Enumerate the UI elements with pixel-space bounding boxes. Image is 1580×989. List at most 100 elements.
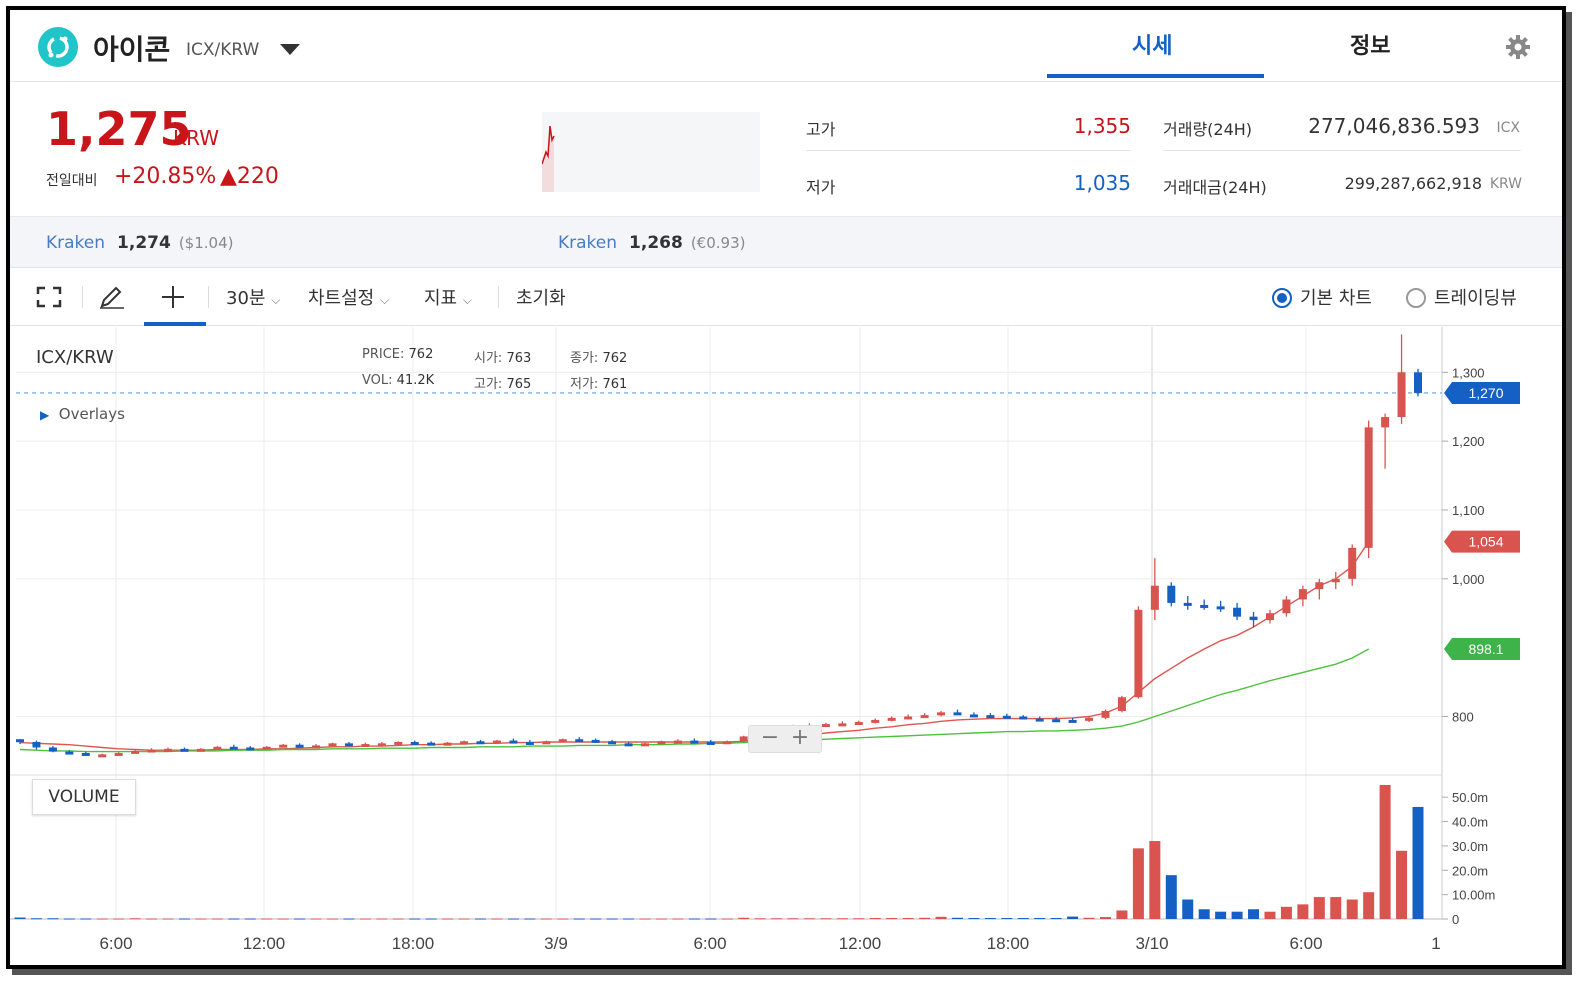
reset-button[interactable]: 초기화	[516, 284, 566, 310]
ohlc-low: 저가: 761	[570, 373, 627, 392]
candlestick-chart-svg[interactable]: 800 1,000 1,100 1,200 1,300 50.0m 40.0m 30.0m 20…	[10, 327, 1562, 965]
candle-body	[1414, 372, 1422, 393]
candle-body	[904, 716, 913, 720]
exchange-usd[interactable]: Kraken 1,274 ($1.04)	[46, 233, 233, 253]
candle-body	[180, 748, 189, 752]
ohlc-price-value: 762	[408, 347, 434, 362]
overlays-toggle[interactable]: ▶ Overlays	[40, 405, 125, 423]
tradingview-label[interactable]: 트레이딩뷰	[1434, 284, 1517, 310]
candle-body	[1117, 697, 1126, 711]
candle-body	[1364, 427, 1373, 548]
candle-body	[1002, 715, 1011, 719]
candle-body	[1085, 717, 1094, 721]
basic-chart-label[interactable]: 기본 차트	[1300, 284, 1372, 310]
volume-bar	[902, 918, 914, 920]
volume-bar	[1034, 918, 1046, 920]
fullscreen-icon[interactable]	[36, 286, 62, 313]
volume-bar	[951, 917, 963, 919]
ma-line-2	[19, 648, 1370, 753]
separator	[498, 286, 499, 308]
candle-body	[279, 744, 288, 748]
y-tick-label: 1,200	[1452, 434, 1485, 449]
chart-settings-menu[interactable]: 차트설정 ⌵	[308, 284, 389, 310]
exchange-name[interactable]: Kraken	[46, 233, 105, 253]
price-chart[interactable]: 800 1,000 1,100 1,200 1,300 50.0m 40.0m 30.0m 20…	[10, 327, 1562, 965]
vol-tick-label: 30.0m	[1452, 839, 1488, 854]
volume-bar	[442, 918, 454, 920]
volume-bar	[1100, 917, 1112, 919]
interval-select[interactable]: 30분 ⌵	[226, 284, 280, 310]
ohlc-price: PRICE: 762	[362, 347, 433, 362]
x-tick-label: 3/10	[1135, 934, 1168, 953]
tab-info[interactable]: 정보	[1350, 28, 1390, 60]
candle-body	[509, 740, 518, 744]
candle-body	[131, 750, 140, 754]
gear-icon[interactable]	[1504, 33, 1532, 61]
exchange-name[interactable]: Kraken	[558, 233, 617, 253]
chevron-down-icon: ⌵	[271, 293, 281, 307]
volume-label: 거래량(24H)	[1163, 120, 1253, 139]
candle-body	[739, 736, 748, 742]
volume-bar	[1067, 916, 1079, 919]
caret-down-icon[interactable]	[280, 44, 300, 55]
volume-bar	[507, 918, 519, 920]
volume-bar	[458, 918, 470, 920]
volume-bar	[211, 918, 223, 920]
indicators-menu[interactable]: 지표 ⌵	[424, 284, 472, 310]
candle-body	[262, 746, 271, 750]
volume-bar	[1198, 909, 1210, 919]
crosshair-icon[interactable]	[160, 284, 186, 315]
volume-bar	[771, 918, 783, 920]
volume-bar	[688, 918, 700, 920]
volume-bar	[30, 918, 42, 920]
candle-body	[542, 741, 551, 745]
x-tick-label: 12:00	[243, 934, 286, 953]
zoom-out-button[interactable]: −	[755, 726, 785, 750]
exchange-price: 1,268	[629, 233, 683, 253]
trade-value-unit: KRW	[1489, 176, 1522, 192]
candle-body	[65, 751, 74, 755]
candle-body	[1019, 716, 1028, 720]
candle-body	[164, 748, 173, 752]
high-value: 1,355	[1073, 114, 1131, 138]
volume-unit: ICX	[1496, 120, 1521, 136]
x-tick-label: 18:00	[392, 934, 435, 953]
tab-price[interactable]: 시세	[1132, 28, 1172, 60]
ohlc-high: 고가: 765	[474, 373, 531, 392]
ohlc-open-value: 763	[506, 351, 532, 366]
zoom-in-button[interactable]: +	[785, 726, 815, 750]
candle-body	[410, 741, 419, 745]
volume-bar	[129, 918, 141, 920]
x-tick-label: 6:00	[693, 934, 726, 953]
candle-body	[147, 749, 156, 753]
candle-body	[1298, 589, 1307, 600]
y-tick-label: 800	[1452, 709, 1474, 724]
volume-bar	[1132, 848, 1144, 919]
y-tick-label: 1,000	[1452, 572, 1485, 587]
volume-bar	[836, 918, 848, 920]
pencil-icon[interactable]	[98, 284, 126, 315]
candle-body	[312, 745, 321, 749]
exchange-eur[interactable]: Kraken 1,268 (€0.93)	[558, 233, 745, 253]
volume-bar	[1330, 897, 1342, 919]
volume-bar	[491, 918, 503, 920]
candle-body	[229, 746, 238, 750]
vol-tick-label: 20.0m	[1452, 863, 1488, 878]
ohlc-low-label: 저가:	[570, 377, 599, 392]
candle-body	[673, 740, 682, 744]
candle-body	[361, 744, 370, 748]
current-price: 1,275	[46, 102, 192, 156]
candle-body	[953, 712, 962, 716]
x-tick-label: 6:00	[99, 934, 132, 953]
exchange-sub: ($1.04)	[178, 234, 234, 252]
ohlc-open: 시가: 763	[474, 347, 531, 366]
volume-bar	[1001, 918, 1013, 920]
volume-bar	[1264, 911, 1276, 919]
divider	[1163, 150, 1521, 151]
tradingview-radio[interactable]	[1406, 288, 1426, 308]
volume-bar	[392, 918, 404, 920]
x-tick-label: 6:00	[1289, 934, 1322, 953]
basic-chart-radio[interactable]	[1272, 288, 1292, 308]
volume-bar	[606, 918, 618, 920]
volume-bar	[244, 918, 256, 920]
